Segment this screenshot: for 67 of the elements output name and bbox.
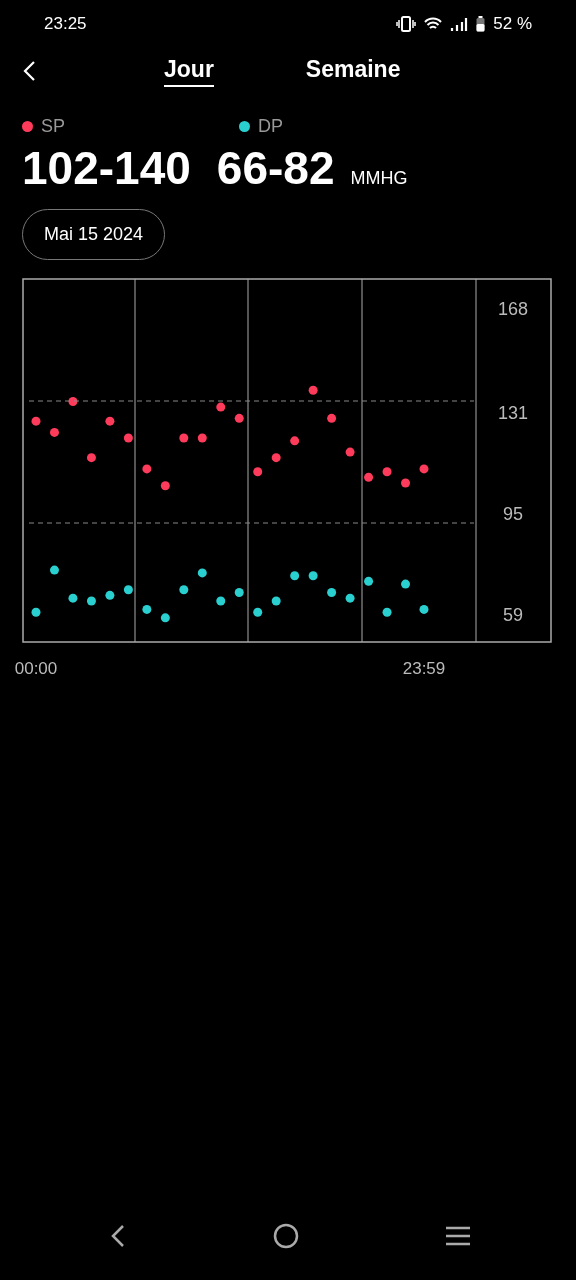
data-point: [50, 565, 59, 575]
data-point: [253, 607, 263, 617]
data-point: [271, 453, 281, 463]
data-point: [86, 453, 96, 463]
data-point: [216, 402, 226, 412]
data-point: [68, 397, 78, 406]
data-point: [327, 588, 337, 598]
data-point: [86, 596, 96, 606]
legend-label: SP: [41, 116, 65, 137]
data-point: [179, 433, 189, 443]
data-point: [419, 464, 429, 474]
axis-label: 23:59: [402, 659, 446, 678]
battery-icon: [476, 16, 486, 32]
data-point: [105, 590, 115, 600]
data-point: [401, 478, 410, 488]
data-point: [401, 579, 410, 589]
data-point: [142, 464, 152, 474]
data-point: [50, 427, 59, 437]
data-point: [216, 596, 226, 606]
data-point: [345, 447, 355, 457]
data-point: [290, 436, 300, 446]
data-point: [253, 467, 263, 477]
data-point: [31, 416, 41, 426]
signal-icon: [450, 17, 469, 31]
axis-label: 95: [503, 503, 523, 524]
reading-value: 102-140: [22, 141, 191, 195]
menu-button[interactable]: [445, 1226, 471, 1246]
data-point: [308, 571, 318, 581]
tab[interactable]: Semaine: [305, 55, 401, 87]
unit-label: MMHG: [350, 168, 408, 189]
axis-label: 168: [498, 298, 528, 319]
status-time: 23:25: [44, 14, 87, 34]
data-point: [68, 593, 78, 603]
data-point: [382, 607, 392, 617]
data-point: [234, 413, 244, 423]
data-point: [419, 604, 429, 614]
data-point: [123, 585, 133, 595]
data-point: [197, 568, 207, 578]
data-point: [197, 433, 207, 443]
data-point: [290, 571, 300, 581]
back-nav-button[interactable]: [110, 1224, 126, 1248]
data-point: [123, 433, 133, 443]
data-point: [142, 604, 152, 614]
data-point: [271, 596, 281, 606]
battery-percent: 52 %: [493, 14, 532, 34]
axis-label: 59: [503, 605, 523, 626]
data-point: [160, 613, 170, 623]
data-point: [382, 467, 392, 477]
data-point: [364, 472, 374, 482]
data-point: [327, 413, 337, 423]
data-point: [364, 576, 374, 586]
home-button[interactable]: [272, 1223, 299, 1249]
reading-value: 66-82: [216, 141, 335, 195]
data-point: [234, 588, 244, 598]
wifi-icon: [424, 17, 443, 31]
data-point: [105, 416, 115, 426]
data-point: [308, 385, 318, 395]
back-button[interactable]: [22, 60, 36, 82]
axis-label: 00:00: [14, 659, 58, 678]
data-point: [160, 481, 170, 491]
vibrate-icon: [396, 16, 417, 32]
data-point: [31, 607, 41, 617]
data-point: [179, 585, 189, 595]
axis-label: 131: [498, 402, 528, 423]
legend-label: DP: [258, 116, 283, 137]
data-point: [345, 593, 355, 603]
tab[interactable]: Jour: [164, 55, 214, 87]
